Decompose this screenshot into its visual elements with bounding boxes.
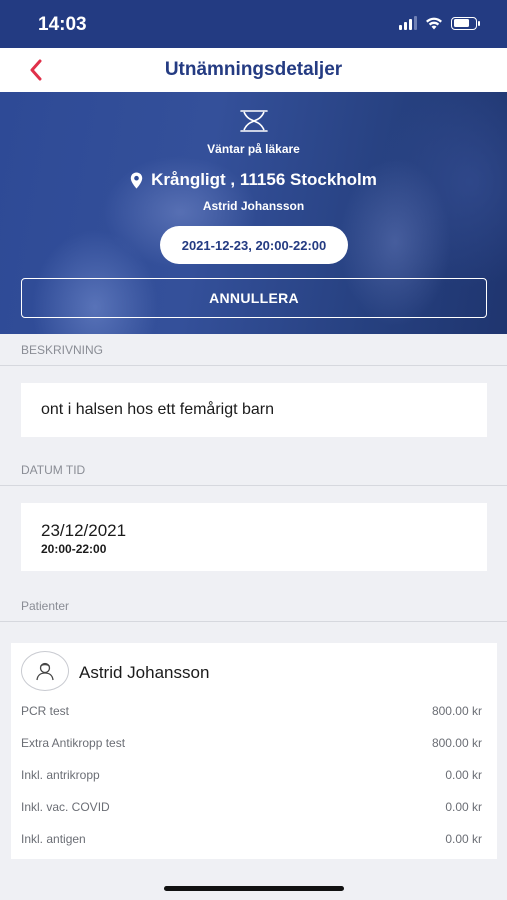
datetime-card: 23/12/2021 20:00-22:00 bbox=[21, 503, 487, 571]
user-icon bbox=[36, 662, 54, 681]
item-name: PCR test bbox=[21, 704, 70, 718]
wifi-icon bbox=[426, 17, 442, 29]
location: Krångligt , 11156 Stockholm bbox=[0, 170, 507, 190]
patients-section-label: Patienter bbox=[0, 590, 507, 622]
list-item: Inkl. vac. COVID 0.00 kr bbox=[21, 797, 482, 817]
patient-card: Astrid Johansson PCR test 800.00 kr Extr… bbox=[11, 643, 497, 859]
nav-bar: Utnämningsdetaljer bbox=[0, 48, 507, 92]
home-indicator bbox=[164, 886, 344, 891]
list-item: Inkl. antrikropp 0.00 kr bbox=[21, 765, 482, 785]
status-time: 14:03 bbox=[38, 14, 87, 35]
item-price: 800.00 kr bbox=[431, 736, 482, 750]
appointment-time: 20:00-22:00 bbox=[41, 542, 107, 556]
item-price: 0.00 kr bbox=[445, 768, 482, 782]
description-text: ont i halsen hos ett femårigt barn bbox=[41, 401, 275, 418]
location-text: Krångligt , 11156 Stockholm bbox=[151, 170, 377, 189]
status-icons bbox=[399, 16, 480, 30]
item-price: 800.00 kr bbox=[431, 704, 482, 718]
avatar bbox=[21, 651, 69, 691]
appointment-hero: Väntar på läkare Krångligt , 11156 Stock… bbox=[0, 92, 507, 334]
appointment-status: Väntar på läkare bbox=[207, 142, 300, 156]
page-title: Utnämningsdetaljer bbox=[164, 59, 343, 80]
item-name: Inkl. antrikropp bbox=[21, 768, 100, 782]
item-name: Inkl. antigen bbox=[21, 832, 86, 846]
appointment-date: 23/12/2021 bbox=[41, 521, 127, 540]
description-section-label: BESKRIVNING bbox=[0, 334, 507, 366]
item-price: 0.00 kr bbox=[445, 832, 482, 846]
item-price: 0.00 kr bbox=[445, 800, 482, 814]
patient-name-hero: Astrid Johansson bbox=[202, 199, 305, 213]
item-name: Inkl. vac. COVID bbox=[21, 800, 110, 814]
hourglass-icon bbox=[240, 110, 268, 132]
battery-icon bbox=[451, 16, 480, 30]
item-name: Extra Antikropp test bbox=[21, 736, 126, 750]
cancel-button[interactable]: ANNULLERA bbox=[21, 278, 487, 318]
datetime-section-label: DATUM TID bbox=[0, 454, 507, 486]
list-item: PCR test 800.00 kr bbox=[21, 701, 482, 721]
patient-name: Astrid Johansson bbox=[79, 663, 210, 682]
description-card: ont i halsen hos ett femårigt barn bbox=[21, 383, 487, 437]
list-item: Extra Antikropp test 800.00 kr bbox=[21, 733, 482, 753]
signal-icon bbox=[399, 16, 417, 30]
location-pin-icon bbox=[130, 172, 143, 188]
time-slot-badge: 2021-12-23, 20:00-22:00 bbox=[160, 226, 348, 264]
list-item: Inkl. antigen 0.00 kr bbox=[21, 829, 482, 849]
status-bar: 14:03 bbox=[0, 0, 507, 48]
